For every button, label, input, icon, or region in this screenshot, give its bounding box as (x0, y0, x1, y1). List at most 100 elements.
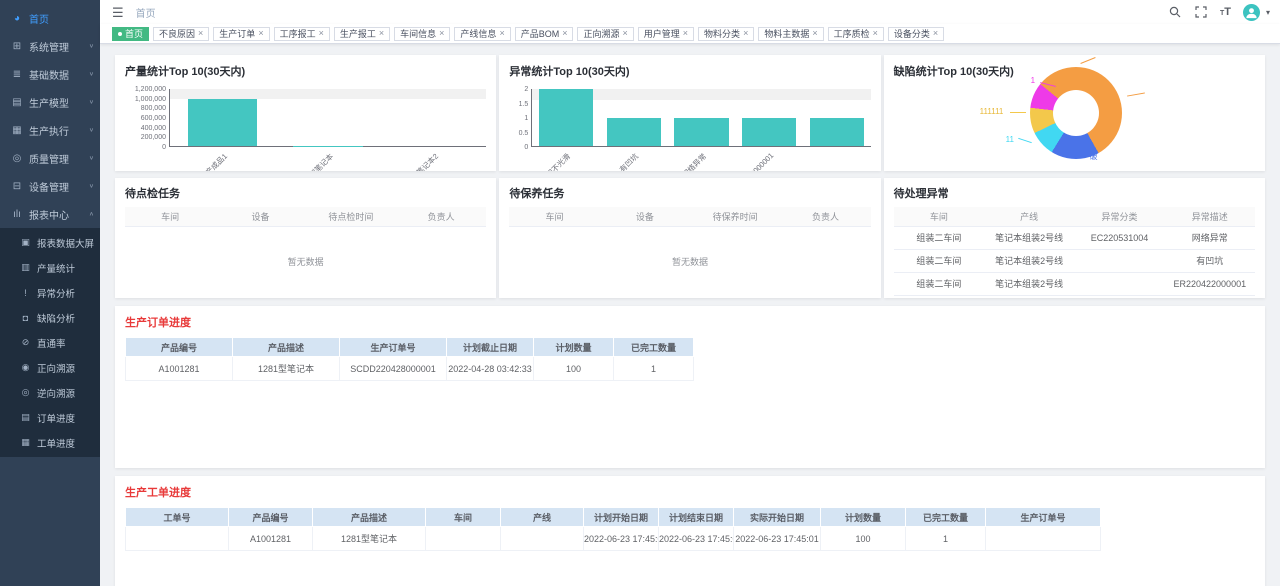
close-icon[interactable]: × (812, 29, 817, 38)
column-header: 计划数量 (821, 508, 906, 527)
table-row: A1001281 1281型笔记本 SCDD220428000001 2022-… (126, 357, 694, 381)
panel-title: 待点检任务 (125, 185, 486, 201)
close-icon[interactable]: × (683, 29, 688, 38)
sidebar-item-report-dashboard[interactable]: ▣ 报表数据大屏 (0, 230, 100, 255)
bar (539, 89, 593, 146)
defect-icon: ◘ (20, 313, 31, 323)
sidebar-item-defect-analysis[interactable]: ◘ 缺陷分析 (0, 305, 100, 330)
maintenance-table: 车间 设备 待保养时间 负责人 (509, 207, 870, 227)
tab-product-bom[interactable]: 产品BOM× (515, 27, 574, 41)
table-row: 组装二车间 笔记本组装2号线 ER220422000001 (894, 272, 1255, 295)
system-icon: ⊞ (11, 41, 23, 52)
sidebar-item-order-progress[interactable]: ▤ 订单进度 (0, 405, 100, 430)
fullscreen-icon[interactable] (1194, 5, 1208, 19)
pie-label-cyan: 11 (1006, 135, 1014, 144)
spot-check-table: 车间 设备 待点检时间 负责人 (125, 207, 486, 227)
tab-process-qc[interactable]: 工序质检× (828, 27, 884, 41)
tab-user-mgmt[interactable]: 用户管理× (638, 27, 694, 41)
tab-home[interactable]: 首页 (112, 27, 149, 41)
table-row: 组装二车间 笔记本组装2号线 EC220531004 网络异常 (894, 226, 1255, 249)
pie-leader-line (1080, 144, 1081, 156)
sidebar-item-equipment[interactable]: ⊟ 设备管理 ∨ (0, 172, 100, 200)
tab-line-info[interactable]: 产线信息× (454, 27, 510, 41)
column-header: 工单号 (126, 508, 229, 527)
sidebar-item-label: 产量统计 (37, 261, 75, 275)
font-size-icon[interactable]: TT (1220, 6, 1231, 18)
tab-defect-reason[interactable]: 不良原因× (153, 27, 209, 41)
spot-check-panel: 待点检任务 车间 设备 待点检时间 负责人 暂无数据 (115, 178, 496, 298)
background-band (170, 89, 486, 99)
table-row: A1001281 1281型笔记本 2022-06-23 17:45:01 20… (126, 527, 1101, 551)
home-pie-icon: ◕ (11, 13, 23, 24)
y-axis: 21.5 10.5 0 (509, 89, 531, 147)
top-navbar: ☰ 首页 TT ▾ (100, 0, 1280, 24)
active-dot-icon (118, 32, 122, 36)
bar (607, 118, 661, 147)
sidebar-item-production-exec[interactable]: ▦ 生产执行 ∨ (0, 116, 100, 144)
y-axis: 1,200,0001,000,000 800,000600,000 400,00… (125, 89, 169, 147)
sidebar-item-forward-trace[interactable]: ◉ 正向溯源 (0, 355, 100, 380)
search-icon[interactable] (1168, 5, 1182, 19)
app-root: ◕ 首页 ⊞ 系统管理 ∨ ≣ 基础数据 ∨ ▤ 生产模型 ∨ ▦ 生产执行 ∨… (0, 0, 1280, 586)
column-header: 计划开始日期 (584, 508, 659, 527)
stats-icon: ▥ (20, 262, 31, 273)
sidebar-item-label: 系统管理 (29, 39, 69, 54)
column-header: 负责人 (396, 207, 486, 226)
close-icon[interactable]: × (258, 29, 263, 38)
sidebar-item-exception-analysis[interactable]: ! 异常分析 (0, 280, 100, 305)
avatar-dropdown-icon[interactable]: ▾ (1266, 8, 1270, 17)
close-icon[interactable]: × (379, 29, 384, 38)
sidebar-item-production-model[interactable]: ▤ 生产模型 ∨ (0, 88, 100, 116)
breadcrumb[interactable]: 首页 (136, 5, 156, 20)
sidebar-item-system[interactable]: ⊞ 系统管理 ∨ (0, 32, 100, 60)
model-icon: ▤ (11, 97, 23, 108)
exception-bar-chart: 21.5 10.5 0 (509, 89, 870, 171)
bar (674, 118, 728, 147)
sidebar-item-output-stats[interactable]: ▥ 产量统计 (0, 255, 100, 280)
close-icon[interactable]: × (439, 29, 444, 38)
sidebar-item-label: 直通率 (37, 336, 66, 350)
close-icon[interactable]: × (743, 29, 748, 38)
section-title: 生产订单进度 (125, 314, 1255, 330)
tab-production-order[interactable]: 生产订单× (213, 27, 269, 41)
close-icon[interactable]: × (499, 29, 504, 38)
sidebar-item-label: 首页 (29, 11, 49, 26)
close-icon[interactable]: × (623, 29, 628, 38)
close-icon[interactable]: × (562, 29, 567, 38)
close-icon[interactable]: × (933, 29, 938, 38)
chevron-down-icon: ∨ (89, 183, 94, 189)
equipment-icon: ⊟ (11, 181, 23, 192)
close-icon[interactable]: × (319, 29, 324, 38)
tab-production-report[interactable]: 生产报工× (334, 27, 390, 41)
tab-equipment-category[interactable]: 设备分类× (888, 27, 944, 41)
tasks-row: 待点检任务 车间 设备 待点检时间 负责人 暂无数据 待保养任务 (115, 178, 1265, 298)
column-header: 生产订单号 (340, 338, 447, 357)
tab-workshop-info[interactable]: 车间信息× (394, 27, 450, 41)
x-axis-labels: 产成品1 1281型笔记本 笔记本2 (169, 147, 486, 171)
sidebar-item-workorder-progress[interactable]: ▦ 工单进度 (0, 430, 100, 455)
sidebar-item-report-center[interactable]: ılı 报表中心 ∧ (0, 200, 100, 228)
tab-forward-trace[interactable]: 正向溯源× (577, 27, 633, 41)
layers-icon: ≣ (11, 69, 23, 80)
exceptions-panel: 待处理异常 车间 产线 异常分类 异常描述 组装二车间 笔记本组装2号线 (884, 178, 1265, 298)
column-header: 计划结束日期 (659, 508, 734, 527)
sidebar-item-quality[interactable]: ◎ 质量管理 ∨ (0, 144, 100, 172)
tab-material-category[interactable]: 物料分类× (698, 27, 754, 41)
sidebar-item-pass-rate[interactable]: ⊘ 直通率 (0, 330, 100, 355)
tab-process-report[interactable]: 工序报工× (274, 27, 330, 41)
tab-material-master[interactable]: 物料主数据× (758, 27, 823, 41)
avatar[interactable] (1243, 4, 1260, 21)
sidebar-item-label: 正向溯源 (37, 361, 75, 375)
sidebar-item-home[interactable]: ◕ 首页 (0, 4, 100, 32)
sidebar-item-label: 报表数据大屏 (37, 236, 94, 250)
hamburger-icon[interactable]: ☰ (112, 6, 124, 19)
chevron-down-icon: ∨ (89, 71, 94, 77)
close-icon[interactable]: × (198, 29, 203, 38)
bar-chart-icon: ılı (11, 209, 23, 220)
order-progress-panel: 生产订单进度 产品编号 产品描述 生产订单号 计划截止日期 计划数量 已完工数量… (115, 306, 1265, 468)
sidebar-item-reverse-trace[interactable]: ◎ 逆向溯源 (0, 380, 100, 405)
close-icon[interactable]: × (873, 29, 878, 38)
column-header: 车间 (426, 508, 501, 527)
sidebar-item-basedata[interactable]: ≣ 基础数据 ∨ (0, 60, 100, 88)
dashboard-icon: ▣ (20, 237, 31, 248)
